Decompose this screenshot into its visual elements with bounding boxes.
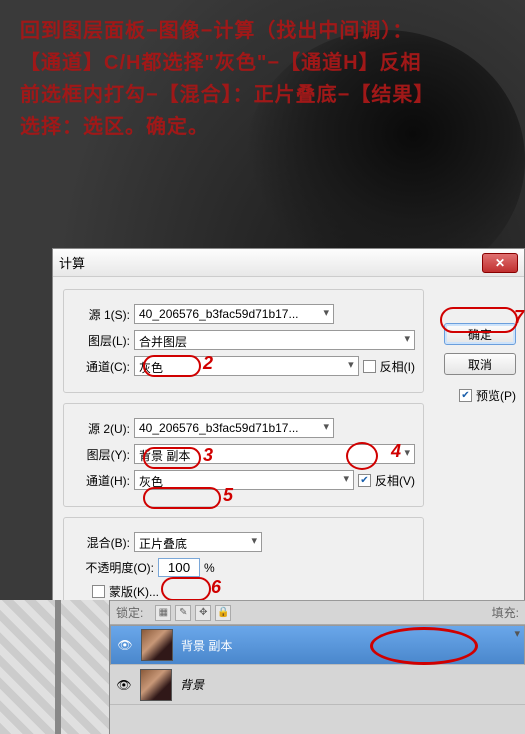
layer1-select[interactable]: 合并图层 bbox=[134, 330, 415, 350]
lock-position-icon[interactable]: ✥ bbox=[195, 605, 211, 621]
layers-toolbar: 锁定: ▦ ✎ ✥ 🔒 填充: bbox=[110, 601, 525, 625]
close-button[interactable]: ✕ bbox=[482, 253, 518, 273]
invert1-label: 反相(I) bbox=[380, 358, 415, 375]
instructions-overlay: 回到图层面板−图像−计算（找出中间调）： 【通道】C/H都选择"灰色"−【通道H… bbox=[20, 15, 505, 143]
visibility-icon[interactable]: 👁 bbox=[117, 637, 133, 653]
ok-button[interactable]: 确定 bbox=[444, 323, 516, 345]
layer-name: 背景 副本 bbox=[181, 637, 232, 654]
mask-label: 蒙版(K)... bbox=[109, 583, 159, 600]
invert1-checkbox[interactable] bbox=[363, 360, 376, 373]
invert2-label: 反相(V) bbox=[375, 472, 415, 489]
instr-line: 【通道】C/H都选择"灰色"−【通道H】反相 bbox=[20, 47, 505, 79]
channel2-select[interactable]: 灰色 bbox=[134, 470, 354, 490]
channel1-label: 通道(C): bbox=[72, 358, 130, 375]
dialog-titlebar[interactable]: 计算 ✕ bbox=[53, 249, 524, 277]
preview-label: 预览(P) bbox=[476, 387, 516, 404]
layer2-select[interactable]: 背景 副本 bbox=[134, 444, 415, 464]
layer-thumbnail[interactable] bbox=[140, 669, 172, 701]
annotation-num-4: 4 bbox=[391, 441, 401, 462]
instr-line: 选择：选区。确定。 bbox=[20, 111, 505, 143]
source2-group: 源 2(U): 40_206576_b3fac59d71b17... 图层(Y)… bbox=[63, 403, 424, 507]
fill-label: 填充: bbox=[492, 604, 519, 621]
layer2-label: 图层(Y): bbox=[72, 446, 130, 463]
dialog-side-buttons: 确定 取消 ✔ 预览(P) bbox=[444, 323, 516, 410]
blend-label: 混合(B): bbox=[72, 534, 130, 551]
layers-panel: 锁定: ▦ ✎ ✥ 🔒 填充: 👁 背景 副本 👁 背景 bbox=[110, 600, 525, 734]
lock-pixels-icon[interactable]: ✎ bbox=[175, 605, 191, 621]
percent-sign: % bbox=[204, 561, 215, 575]
annotation-num-7: 7 bbox=[514, 307, 524, 328]
layer-thumbnail[interactable] bbox=[141, 629, 173, 661]
invert2-checkbox[interactable]: ✔ bbox=[358, 474, 371, 487]
lock-transparent-icon[interactable]: ▦ bbox=[155, 605, 171, 621]
layer-row-bg[interactable]: 👁 背景 bbox=[110, 665, 525, 705]
source2-select[interactable]: 40_206576_b3fac59d71b17... bbox=[134, 418, 334, 438]
preview-checkbox[interactable]: ✔ bbox=[459, 389, 472, 402]
annotation-num-2: 2 bbox=[203, 353, 213, 374]
annotation-num-3: 3 bbox=[203, 445, 213, 466]
dialog-title: 计算 bbox=[59, 253, 482, 272]
opacity-input[interactable] bbox=[158, 558, 200, 577]
layer-row-selected[interactable]: 👁 背景 副本 bbox=[110, 625, 525, 665]
canvas-area bbox=[0, 600, 110, 734]
layer-name: 背景 bbox=[180, 676, 204, 693]
blend-select[interactable]: 正片叠底 bbox=[134, 532, 262, 552]
layer1-label: 图层(L): bbox=[72, 332, 130, 349]
visibility-icon[interactable]: 👁 bbox=[116, 677, 132, 693]
cancel-button[interactable]: 取消 bbox=[444, 353, 516, 375]
mask-checkbox[interactable] bbox=[92, 585, 105, 598]
lock-all-icon[interactable]: 🔒 bbox=[215, 605, 231, 621]
source1-select[interactable]: 40_206576_b3fac59d71b17... bbox=[134, 304, 334, 324]
lock-label: 锁定: bbox=[116, 604, 143, 621]
channel2-label: 通道(H): bbox=[72, 472, 130, 489]
source1-group: 源 1(S): 40_206576_b3fac59d71b17... 图层(L)… bbox=[63, 289, 424, 393]
annotation-num-6: 6 bbox=[211, 577, 221, 598]
opacity-label: 不透明度(O): bbox=[72, 559, 154, 576]
annotation-num-5: 5 bbox=[223, 485, 233, 506]
instr-line: 回到图层面板−图像−计算（找出中间调）： bbox=[20, 15, 505, 47]
channel1-select[interactable]: 灰色 bbox=[134, 356, 359, 376]
instr-line: 前选框内打勾−【混合】：正片叠底−【结果】 bbox=[20, 79, 505, 111]
source1-legend: 源 1(S): bbox=[72, 306, 130, 323]
source2-legend: 源 2(U): bbox=[72, 420, 130, 437]
